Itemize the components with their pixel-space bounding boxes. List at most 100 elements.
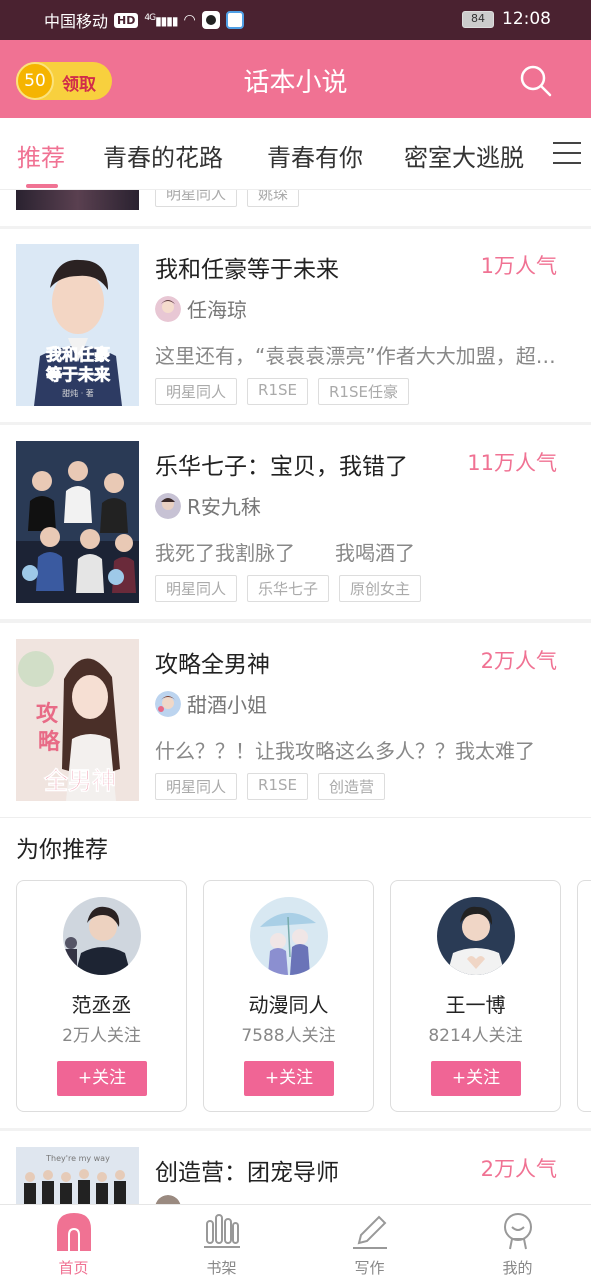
tag[interactable]: 姚琛 xyxy=(247,190,300,207)
divider xyxy=(0,226,591,229)
book-cover: 我和任豪 等于未来 甜炖 · 著 xyxy=(16,244,139,406)
menu-icon[interactable] xyxy=(553,142,581,166)
carrier-label: 中国移动 xyxy=(44,12,109,31)
status-bar: 中国移动 HD 4G▮▮▮▮ ◠ 84 12:08 xyxy=(0,0,591,40)
tag[interactable]: R1SE xyxy=(247,773,308,800)
book-title[interactable]: 乐华七子：宝贝，我错了 xyxy=(155,447,408,481)
cover-byline: 甜炖 · 著 xyxy=(62,388,94,398)
app-header: 50 领取 话本小说 xyxy=(0,40,591,118)
book-description: 这里还有，“袁袁袁漂亮”作者大大加盟，超大型连载… xyxy=(155,344,561,368)
tag[interactable]: R1SE xyxy=(247,378,308,405)
list-item[interactable]: 我和任豪 等于未来 甜炖 · 著 我和任豪等于未来 1万人气 任海琼 这里还有，… xyxy=(0,244,591,406)
follow-button[interactable]: +关注 xyxy=(431,1061,521,1096)
author-avatar xyxy=(155,295,181,322)
book-title[interactable]: 攻略全男神 xyxy=(155,645,270,679)
book-cover xyxy=(16,441,139,603)
notification-app-icon xyxy=(201,11,220,29)
recommend-name: 范丞丞 xyxy=(71,993,132,1017)
author[interactable]: 甜酒小姐 xyxy=(155,689,267,718)
status-right: 84 12:08 xyxy=(462,9,551,29)
nav-label: 我的 xyxy=(502,1259,533,1277)
author[interactable] xyxy=(155,1195,181,1204)
recommend-card[interactable]: 范丞丞 2万人关注 +关注 xyxy=(16,880,187,1112)
book-feed[interactable]: 明星同人 姚琛 我和任豪 等于未来 甜炖 · 著 我和任豪等于未来 1万人气 任… xyxy=(0,190,591,1204)
hd-icon: HD xyxy=(114,12,139,28)
list-item[interactable]: 乐华七子：宝贝，我错了 11万人气 R安九秣 我死了我割脉了 我喝酒了 明星同人… xyxy=(0,441,591,603)
tag[interactable]: 明星同人 xyxy=(155,773,238,800)
book-tags: 明星同人 R1SE R1SE任豪 xyxy=(155,378,409,405)
follow-button[interactable]: +关注 xyxy=(244,1061,334,1096)
svg-text:略: 略 xyxy=(38,729,61,755)
list-item[interactable]: 攻 略 全男神 攻略全男神 2万人气 甜酒小姐 什么？？！让我攻略这么多人？？我… xyxy=(0,639,591,801)
tag[interactable]: R1SE任豪 xyxy=(317,378,409,405)
book-description: 我死了我割脉了 我喝酒了 xyxy=(155,541,415,565)
recommend-card-partial[interactable] xyxy=(577,880,591,1112)
book-tags: 明星同人 乐华七子 原创女主 xyxy=(155,575,422,602)
popularity: 11万人气 xyxy=(467,451,557,475)
tab-youth-with-you[interactable]: 青春有你 xyxy=(267,138,363,173)
follower-count: 7588人关注 xyxy=(241,1026,336,1046)
author-avatar xyxy=(155,1195,181,1204)
battery-icon: 84 xyxy=(462,10,494,28)
book-tags: 明星同人 姚琛 xyxy=(155,190,300,207)
active-tab-indicator xyxy=(26,184,58,188)
avatar xyxy=(250,897,328,975)
book-cover: 攻 略 全男神 xyxy=(16,639,139,801)
svg-text:全男神: 全男神 xyxy=(43,767,116,795)
book-title[interactable]: 我和任豪等于未来 xyxy=(155,250,339,284)
book-description: 什么？？！让我攻略这么多人？？我太难了 xyxy=(155,739,535,763)
status-left: 中国移动 HD 4G▮▮▮▮ ◠ xyxy=(44,8,244,32)
nav-home[interactable]: 首页 xyxy=(0,1205,147,1281)
book-tags: 明星同人 R1SE 创造营 xyxy=(155,773,385,800)
follower-count: 8214人关注 xyxy=(428,1026,523,1046)
divider xyxy=(0,619,591,623)
list-item[interactable]: 明星同人 姚琛 xyxy=(0,190,591,210)
tag[interactable]: 创造营 xyxy=(317,773,385,800)
book-title[interactable]: 创造营：团宠导师 xyxy=(155,1153,339,1187)
nav-label: 写作 xyxy=(354,1259,385,1277)
nav-profile[interactable]: 我的 xyxy=(444,1205,591,1281)
tag[interactable]: 乐华七子 xyxy=(247,575,330,602)
signal-icon: 4G▮▮▮▮ xyxy=(144,12,178,28)
popularity: 1万人气 xyxy=(480,254,557,278)
list-item[interactable]: They're my way 创造营：团宠导师 2万人气 xyxy=(0,1147,591,1204)
tag[interactable]: 明星同人 xyxy=(155,575,238,602)
notification-app-icon-2 xyxy=(225,11,244,29)
tab-escape-room[interactable]: 密室大逃脱 xyxy=(404,138,524,173)
nav-label: 书架 xyxy=(206,1259,237,1277)
popularity: 2万人气 xyxy=(480,1157,557,1181)
bottom-nav: 首页 书架 写作 我的 xyxy=(0,1204,591,1280)
category-tabs: 推荐 青春的花路 青春有你 密室大逃脱 xyxy=(0,118,591,190)
book-cover xyxy=(16,190,139,210)
pen-icon xyxy=(353,1215,387,1249)
recommend-name: 王一博 xyxy=(445,993,506,1017)
profile-icon xyxy=(504,1213,532,1250)
section-title: 为你推荐 xyxy=(16,837,108,863)
follow-button[interactable]: +关注 xyxy=(57,1061,147,1096)
tab-youth-flower-road[interactable]: 青春的花路 xyxy=(103,138,223,173)
recommend-name: 动漫同人 xyxy=(248,993,329,1017)
recommend-card[interactable]: 动漫同人 7588人关注 +关注 xyxy=(203,880,374,1112)
cover-title: 攻 xyxy=(36,701,59,727)
author[interactable]: R安九秣 xyxy=(155,491,261,520)
tag[interactable]: 原创女主 xyxy=(339,575,422,602)
nav-write[interactable]: 写作 xyxy=(296,1205,443,1281)
follower-count: 2万人关注 xyxy=(62,1026,141,1046)
avatar xyxy=(63,897,141,975)
search-icon[interactable] xyxy=(519,64,553,98)
author-name: 甜酒小姐 xyxy=(187,693,267,717)
author-avatar xyxy=(155,492,181,519)
tab-recommend[interactable]: 推荐 xyxy=(17,138,65,173)
divider xyxy=(0,817,591,818)
nav-label: 首页 xyxy=(58,1259,89,1277)
author[interactable]: 任海琼 xyxy=(155,294,247,323)
bookshelf-icon xyxy=(204,1214,240,1248)
recommend-card[interactable]: 王一博 8214人关注 +关注 xyxy=(390,880,561,1112)
avatar xyxy=(437,897,515,975)
author-name: R安九秣 xyxy=(187,495,261,519)
author-avatar xyxy=(155,690,181,717)
nav-bookshelf[interactable]: 书架 xyxy=(148,1205,295,1281)
tag[interactable]: 明星同人 xyxy=(155,190,238,207)
cover-title: 我和任豪 xyxy=(46,345,110,364)
tag[interactable]: 明星同人 xyxy=(155,378,238,405)
